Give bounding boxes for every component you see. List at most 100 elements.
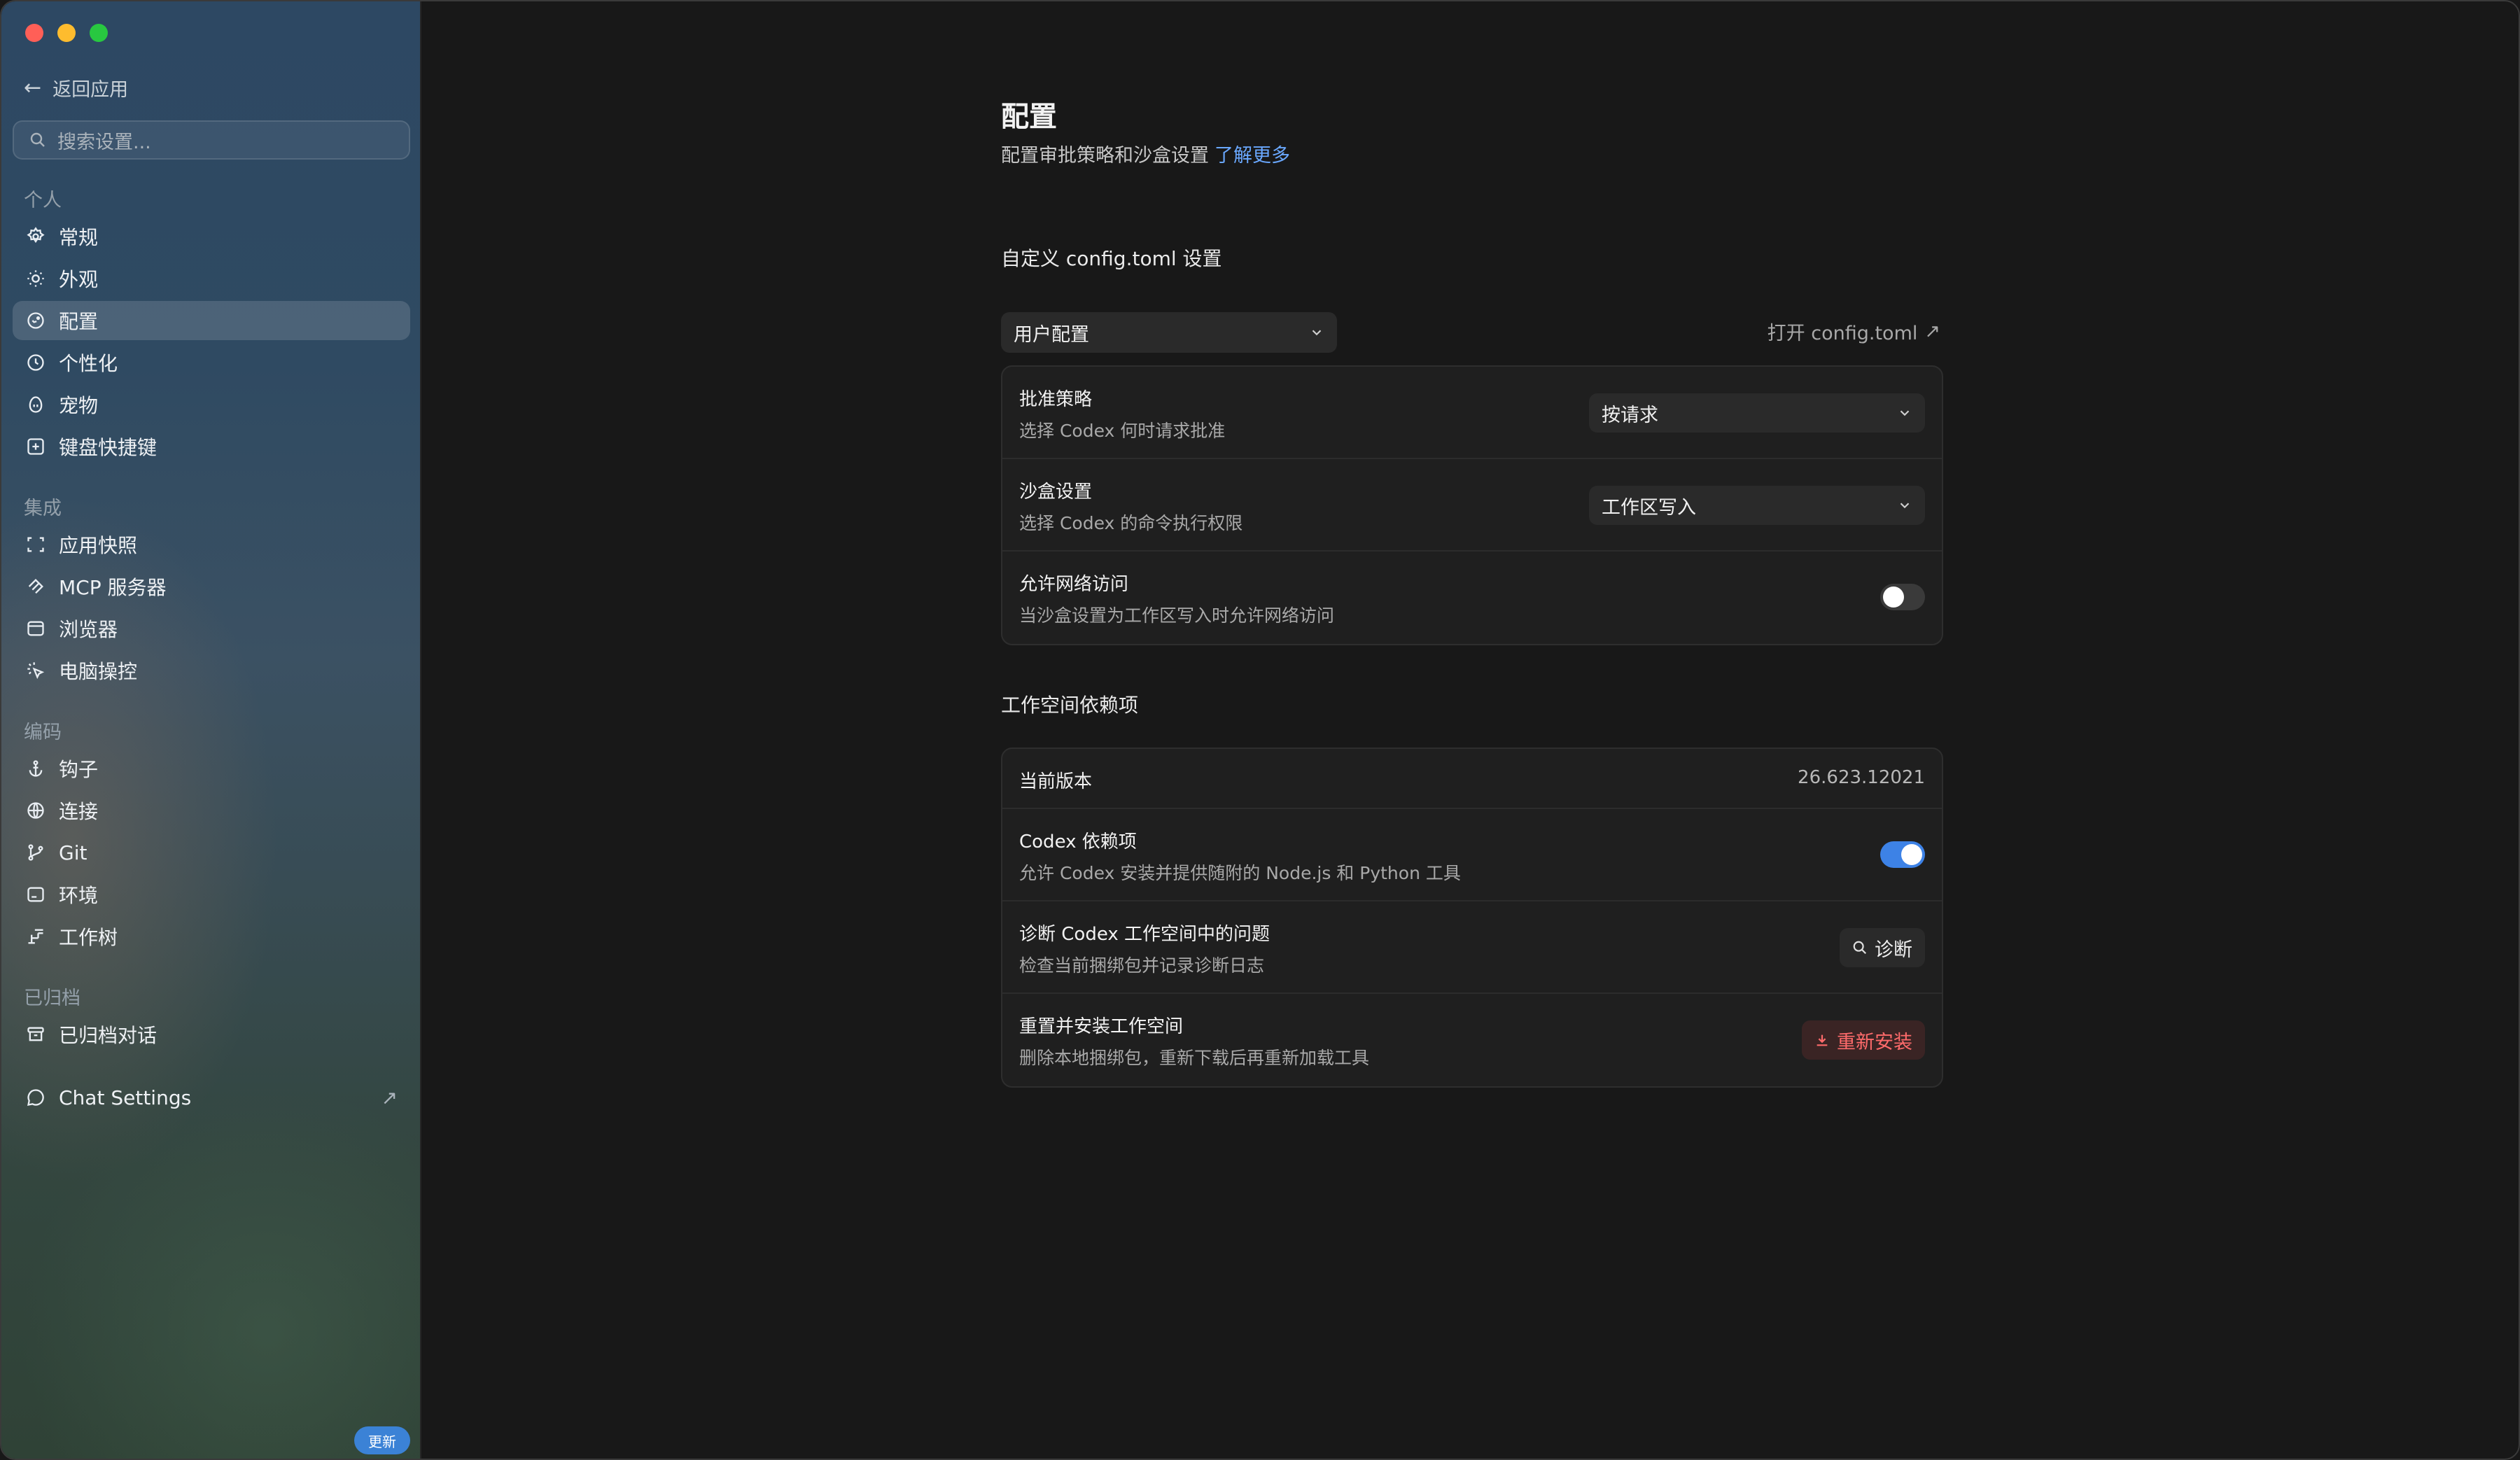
back-label: 返回应用 [52,79,129,101]
learn-more-link[interactable]: 了解更多 [1214,145,1290,167]
sidebar-item-computer-control[interactable]: 电脑操控 [13,651,410,690]
sidebar-item-mcp[interactable]: MCP 服务器 [13,567,410,606]
gear-icon [25,226,46,247]
sidebar-item-label: MCP 服务器 [59,576,167,599]
network-access-row: 允许网络访问 当沙盒设置为工作区写入时允许网络访问 [1002,552,1942,644]
worktree-icon [25,926,46,947]
archive-icon [25,1024,46,1045]
mcp-icon [25,576,46,597]
diagnose-label: 诊断 [1875,939,1912,961]
row-description: 当沙盒设置为工作区写入时允许网络访问 [1019,605,1335,626]
sidebar-item-label: 键盘快捷键 [59,436,158,459]
sidebar-item-browser[interactable]: 浏览器 [13,609,410,648]
row-title: 沙盒设置 [1019,482,1093,503]
user-config-select[interactable]: 用户配置 [1001,312,1337,353]
section-label-personal: 个人 [24,190,62,211]
snapshot-icon [25,534,46,555]
settings-search-input[interactable]: 搜索设置... [13,120,410,160]
codex-deps-row: Codex 依赖项 允许 Codex 安装并提供随附的 Node.js 和 Py… [1002,809,1942,901]
back-to-app-link[interactable]: ← 返回应用 [24,74,128,101]
config-section-title: 自定义 config.toml 设置 [1001,247,1222,270]
toggle-knob [1883,587,1904,608]
sidebar-item-label: 电脑操控 [59,660,138,683]
arrow-left-icon: ← [24,76,42,100]
reinstall-button[interactable]: 重新安装 [1802,1020,1925,1060]
open-config-label: 打开 config.toml [1767,323,1918,344]
sandbox-value: 工作区写入 [1602,496,1696,519]
sidebar-item-general[interactable]: 常规 [13,217,410,256]
workspace-card: 当前版本 26.623.12021 Codex 依赖项 允许 Codex 安装并… [1001,747,1943,1088]
download-icon [1816,1034,1828,1046]
sidebar-item-label: 应用快照 [59,534,138,557]
environment-icon [25,884,46,905]
row-description: 删除本地捆绑包，重新下载后再重新加载工具 [1019,1048,1370,1068]
sidebar-item-label: 钩子 [59,758,99,781]
row-description: 选择 Codex 的命令执行权限 [1019,513,1243,533]
update-badge[interactable]: 更新 [354,1426,410,1454]
section-label-archived: 已归档 [24,988,80,1009]
approval-policy-row: 批准策略 选择 Codex 何时请求批准 按请求 [1002,367,1942,459]
window-controls [25,24,108,42]
network-access-toggle[interactable] [1880,584,1925,610]
page-subtitle: 配置审批策略和沙盒设置 了解更多 [1001,140,1290,167]
sidebar-item-personalize[interactable]: 个性化 [13,343,410,382]
config-card: 批准策略 选择 Codex 何时请求批准 按请求 沙盒设置 选择 Codex 的… [1001,365,1943,645]
sidebar-item-config[interactable]: 配置 [13,301,410,340]
sidebar-item-git[interactable]: Git [13,833,410,872]
open-config-link[interactable]: 打开 config.toml ↗ [1768,318,1940,345]
personalize-icon [25,352,46,373]
globe-icon [25,800,46,821]
toggle-knob [1901,844,1922,865]
browser-icon [25,618,46,639]
approval-policy-select[interactable]: 按请求 [1589,393,1925,433]
sidebar-item-pet[interactable]: 宠物 [13,385,410,424]
approval-policy-value: 按请求 [1602,404,1658,426]
version-value: 26.623.12021 [1798,767,1925,788]
reinstall-label: 重新安装 [1837,1031,1912,1053]
sun-icon [25,268,46,289]
anchor-icon [25,758,46,779]
sidebar-item-appearance[interactable]: 外观 [13,259,410,298]
current-version-row: 当前版本 26.623.12021 [1002,749,1942,809]
sidebar-item-keyboard-shortcuts[interactable]: 键盘快捷键 [13,427,410,466]
sidebar-item-archived-chats[interactable]: 已归档对话 [13,1015,410,1054]
sidebar-item-environment[interactable]: 环境 [13,875,410,914]
sidebar-item-label: 环境 [59,884,99,907]
sidebar-item-chat-settings[interactable]: Chat Settings ↗ [13,1078,410,1117]
zoom-window-button[interactable] [90,24,108,42]
sidebar-item-label: 浏览器 [59,618,118,641]
sidebar-item-label: 连接 [59,800,99,823]
diagnose-row: 诊断 Codex 工作空间中的问题 检查当前捆绑包并记录诊断日志 诊断 [1002,901,1942,994]
search-placeholder: 搜索设置... [57,131,151,153]
computer-control-icon [25,660,46,681]
workspace-section-title: 工作空间依赖项 [1001,694,1139,717]
row-title: 重置并安装工作空间 [1019,1016,1184,1037]
sidebar-item-connections[interactable]: 连接 [13,791,410,830]
subtitle-text: 配置审批策略和沙盒设置 [1001,145,1209,167]
chevron-down-icon [1312,330,1322,336]
sidebar-item-label: 配置 [59,310,99,333]
search-icon [30,132,45,147]
config-icon [25,310,46,331]
page-title: 配置 [1001,101,1057,133]
sandbox-select[interactable]: 工作区写入 [1589,486,1925,525]
external-link-icon: ↗ [381,1086,398,1109]
sidebar-item-snapshot[interactable]: 应用快照 [13,525,410,564]
sidebar-item-worktree[interactable]: 工作树 [13,917,410,956]
minimize-window-button[interactable] [57,24,76,42]
chat-bubble-icon [25,1087,46,1108]
sidebar-item-label: Chat Settings [59,1086,192,1109]
sandbox-row: 沙盒设置 选择 Codex 的命令执行权限 工作区写入 [1002,459,1942,552]
sidebar: ← 返回应用 搜索设置... 个人 常规 外观 配置 个性化 宠物 键盘快捷键 … [1,1,421,1459]
sidebar-item-label: Git [59,841,88,864]
sidebar-item-label: 工作树 [59,926,118,949]
diagnose-button[interactable]: 诊断 [1840,928,1925,967]
sidebar-item-hooks[interactable]: 钩子 [13,749,410,788]
row-title: 诊断 Codex 工作空间中的问题 [1019,924,1270,945]
sidebar-item-label: 宠物 [59,394,99,417]
close-window-button[interactable] [25,24,43,42]
codex-deps-toggle[interactable] [1880,841,1925,868]
row-description: 允许 Codex 安装并提供随附的 Node.js 和 Python 工具 [1019,863,1461,883]
sidebar-item-label: 外观 [59,268,99,291]
row-title: Codex 依赖项 [1019,831,1137,852]
